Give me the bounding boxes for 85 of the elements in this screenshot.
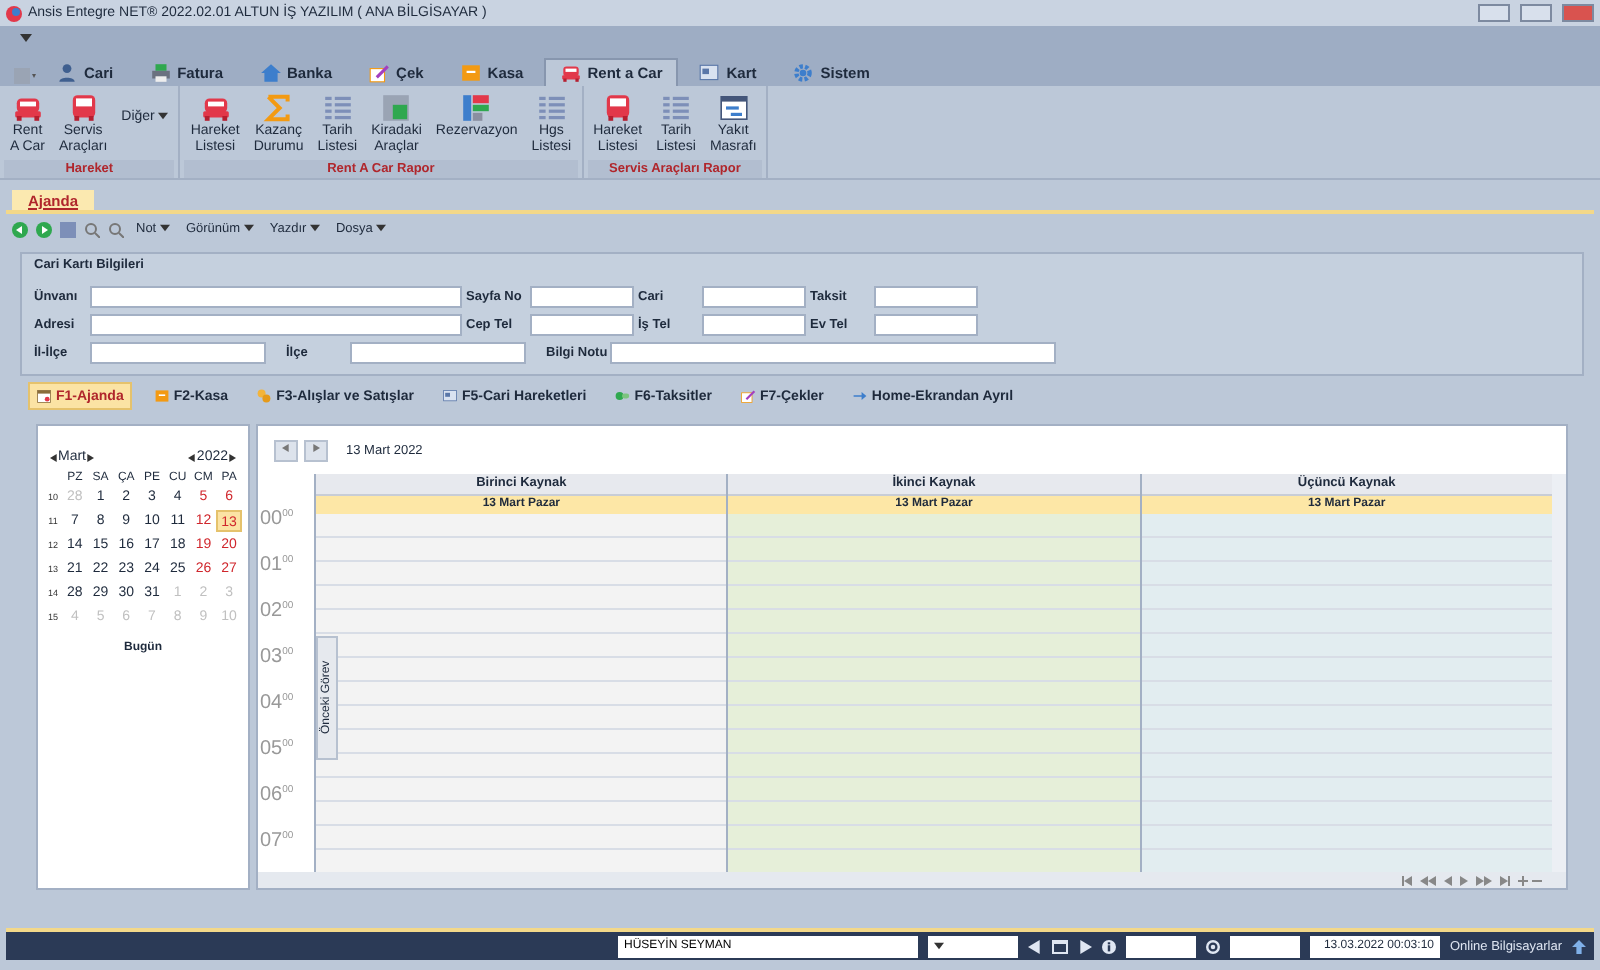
- caret-icon: [159, 224, 170, 232]
- person-icon: [56, 62, 78, 84]
- pen-icon: [368, 62, 391, 84]
- back-icon[interactable]: [12, 221, 28, 237]
- email-field[interactable]: [1230, 935, 1300, 957]
- bus-icon: [601, 92, 634, 124]
- board-icon: [460, 92, 493, 124]
- previous-button[interactable]: [274, 439, 298, 461]
- caret-icon: [309, 224, 320, 232]
- settings-icon: [792, 62, 815, 84]
- hour-label: 07: [260, 830, 283, 852]
- chevron-left-icon[interactable]: [282, 444, 290, 452]
- minute-label: 00: [282, 830, 294, 842]
- hour-label: 03: [260, 646, 283, 668]
- caret-icon: [934, 942, 944, 950]
- text-field[interactable]: [90, 314, 462, 336]
- maximize-button[interactable]: [1520, 4, 1552, 22]
- caret-icon[interactable]: [20, 34, 32, 42]
- app-logo-icon: [6, 5, 22, 21]
- minute-label: 00: [282, 692, 294, 704]
- pills-icon: [614, 388, 631, 404]
- cashbox-icon: [459, 62, 482, 84]
- card-icon: [441, 388, 458, 404]
- text-field[interactable]: [610, 342, 1056, 364]
- window-icon: [717, 92, 750, 124]
- next-year-icon[interactable]: [228, 453, 236, 461]
- car-icon: [559, 62, 582, 84]
- previous-icon[interactable]: [1028, 939, 1042, 953]
- text-field[interactable]: [702, 314, 806, 336]
- caret-icon: [243, 224, 254, 232]
- up-arrow-icon[interactable]: [1572, 939, 1586, 953]
- car-icon: [199, 92, 232, 124]
- pen-icon: [740, 388, 756, 404]
- hour-label: 04: [260, 692, 283, 714]
- calendar-icon: [36, 388, 52, 404]
- window-icon[interactable]: [1052, 939, 1068, 953]
- minute-label: 00: [282, 508, 294, 520]
- minute-label: 00: [282, 554, 294, 566]
- car-icon: [11, 92, 44, 124]
- text-field[interactable]: [874, 314, 978, 336]
- previous-month-icon[interactable]: [50, 453, 58, 461]
- next-button[interactable]: [304, 439, 328, 461]
- chevron-right-icon[interactable]: [312, 444, 320, 452]
- text-field[interactable]: [530, 314, 634, 336]
- next-month-icon[interactable]: [86, 453, 94, 461]
- coins-icon: [256, 388, 273, 404]
- minimize-button[interactable]: [1478, 4, 1510, 22]
- sigma-icon: [262, 92, 295, 124]
- list-icon: [660, 92, 693, 124]
- printer-icon: [149, 62, 172, 84]
- list-icon: [535, 92, 568, 124]
- text-field[interactable]: [90, 342, 266, 364]
- navigation-buttons-drawing[interactable]: [1402, 875, 1542, 885]
- text-field[interactable]: [702, 286, 806, 308]
- bus-icon: [67, 92, 100, 124]
- hour-label: 00: [260, 508, 283, 530]
- hour-label: 01: [260, 554, 283, 576]
- caret-icon: [376, 224, 387, 232]
- list-icon: [321, 92, 354, 124]
- minute-label: 00: [282, 738, 294, 750]
- horizontal-scrollbar[interactable]: [258, 872, 1566, 888]
- forward-icon[interactable]: [36, 221, 52, 237]
- hour-label: 06: [260, 784, 283, 806]
- next-icon[interactable]: [1078, 939, 1092, 953]
- info-field[interactable]: [1126, 935, 1196, 957]
- text-field[interactable]: [874, 286, 978, 308]
- zoom-in-icon[interactable]: [84, 221, 100, 237]
- text-field[interactable]: [90, 286, 462, 308]
- previous-year-icon[interactable]: [188, 453, 197, 461]
- text-field[interactable]: [530, 286, 634, 308]
- caret-icon: [158, 112, 169, 120]
- minute-label: 00: [282, 784, 294, 796]
- dropdown-field[interactable]: [928, 935, 1018, 957]
- house-icon: [259, 62, 282, 84]
- text-field[interactable]: [350, 342, 526, 364]
- info-icon[interactable]: [1102, 939, 1116, 953]
- minute-label: 00: [282, 600, 294, 612]
- hour-label: 02: [260, 600, 283, 622]
- zoom-out-icon[interactable]: [108, 221, 124, 237]
- hour-label: 05: [260, 738, 283, 760]
- arrow-icon: [851, 388, 868, 404]
- grid-icon: [380, 92, 413, 124]
- cashbox-icon: [153, 388, 170, 404]
- minute-label: 00: [282, 646, 294, 658]
- card-icon: [698, 62, 721, 84]
